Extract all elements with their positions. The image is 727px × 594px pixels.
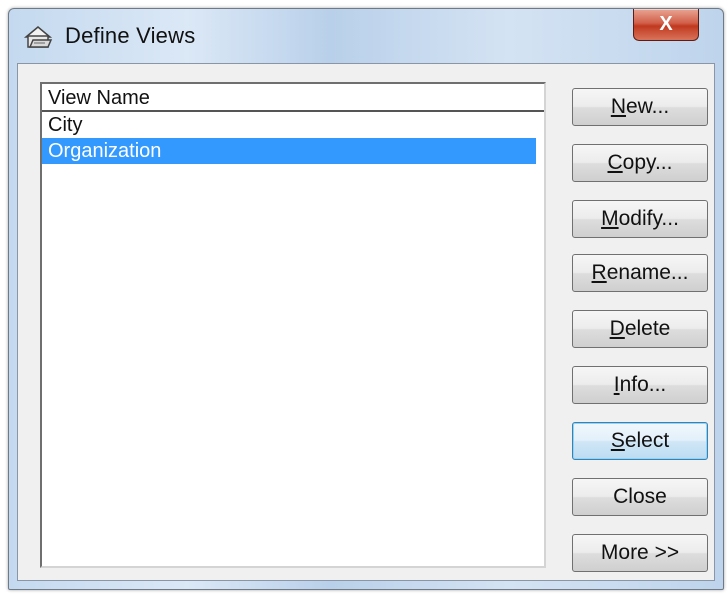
dialog-client-area: View Name City Organization New... Copy.…	[17, 63, 715, 581]
close-label: Close	[613, 485, 667, 508]
title-bar[interactable]: Define Views X	[9, 9, 723, 63]
delete-mnemonic: D	[609, 317, 625, 340]
view-list[interactable]: View Name City Organization	[40, 82, 546, 568]
list-item-organization[interactable]: Organization	[42, 138, 536, 164]
rename-button[interactable]: Rename...	[572, 254, 708, 292]
define-views-dialog: Define Views X View Name City Organizati…	[8, 8, 724, 590]
copy-label: opy...	[622, 151, 673, 174]
select-button[interactable]: Select	[572, 422, 708, 460]
rename-mnemonic: R	[591, 261, 607, 284]
close-button[interactable]: X	[633, 9, 699, 41]
more-label: More >>	[600, 541, 680, 564]
select-label: elect	[624, 429, 670, 452]
new-label: ew...	[625, 95, 670, 118]
column-header-view-name[interactable]: View Name	[42, 84, 544, 112]
copy-mnemonic: C	[607, 151, 623, 174]
more-button[interactable]: More >>	[572, 534, 708, 572]
new-button[interactable]: New...	[572, 88, 708, 126]
window-title: Define Views	[65, 23, 196, 48]
close-icon: X	[659, 13, 673, 35]
info-label: nfo...	[619, 373, 667, 396]
copy-button[interactable]: Copy...	[572, 144, 708, 182]
modify-mnemonic: M	[601, 207, 619, 230]
rename-label: ename...	[606, 261, 689, 284]
select-mnemonic: S	[610, 429, 625, 452]
new-mnemonic: N	[610, 95, 626, 118]
modify-button[interactable]: Modify...	[572, 200, 708, 238]
list-item-city[interactable]: City	[42, 112, 536, 138]
delete-label: elete	[624, 317, 671, 340]
views-folder-icon	[23, 26, 53, 48]
close-dialog-button[interactable]: Close	[572, 478, 708, 516]
modify-label: odify...	[618, 207, 679, 230]
info-button[interactable]: Info...	[572, 366, 708, 404]
delete-button[interactable]: Delete	[572, 310, 708, 348]
